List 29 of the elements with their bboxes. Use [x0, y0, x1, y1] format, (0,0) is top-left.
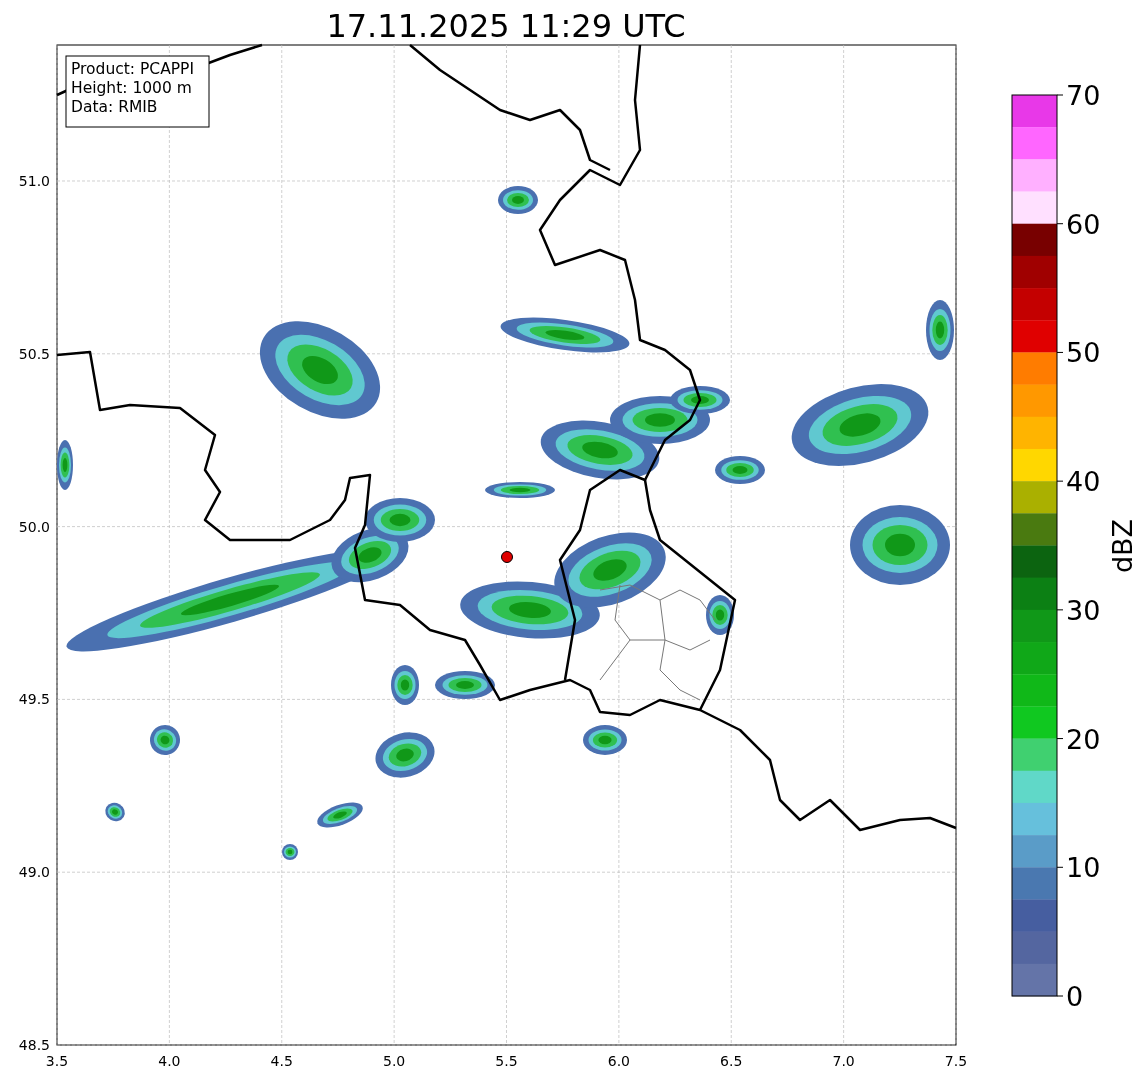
x-tick-label: 4.5	[270, 1053, 293, 1069]
info-text: Height: 1000 m	[71, 79, 192, 97]
colorbar-tick-label: 40	[1066, 466, 1101, 498]
x-tick-label: 5.5	[495, 1053, 518, 1069]
y-tick-label: 49.5	[18, 691, 50, 708]
colorbar-tick-label: 0	[1066, 981, 1084, 1012]
colorbar-tick-label: 20	[1066, 723, 1101, 755]
colorbar-tick-label: 10	[1066, 852, 1101, 884]
x-tick-label: 7.0	[832, 1053, 855, 1069]
chart-title: 17.11.2025 11:29 UTC	[326, 7, 686, 45]
x-tick-label: 7.5	[944, 1053, 968, 1069]
x-tick-label: 3.5	[45, 1053, 69, 1069]
y-tick-label: 48.5	[18, 1037, 50, 1053]
info-text: Product: PCAPPI	[71, 60, 195, 78]
colorbar-tick-label: 60	[1066, 208, 1101, 240]
y-tick-label: 49.0	[18, 864, 50, 881]
y-tick-label: 50.0	[18, 518, 50, 535]
y-tick-label: 51.0	[18, 173, 50, 189]
x-tick-label: 6.5	[720, 1053, 743, 1069]
colorbar-tick-label: 30	[1066, 594, 1101, 626]
info-text: Data: RMIB	[71, 98, 158, 116]
y-tick-label: 50.5	[18, 345, 50, 362]
x-tick-label: 4.0	[158, 1053, 181, 1069]
colorbar-label: dBZ	[1107, 518, 1138, 574]
colorbar-tick-label: 50	[1066, 337, 1101, 369]
radar-site-icon	[501, 551, 513, 563]
colorbar-tick-label: 70	[1066, 80, 1101, 111]
x-tick-label: 6.0	[607, 1053, 630, 1069]
x-tick-label: 5.0	[383, 1053, 406, 1069]
